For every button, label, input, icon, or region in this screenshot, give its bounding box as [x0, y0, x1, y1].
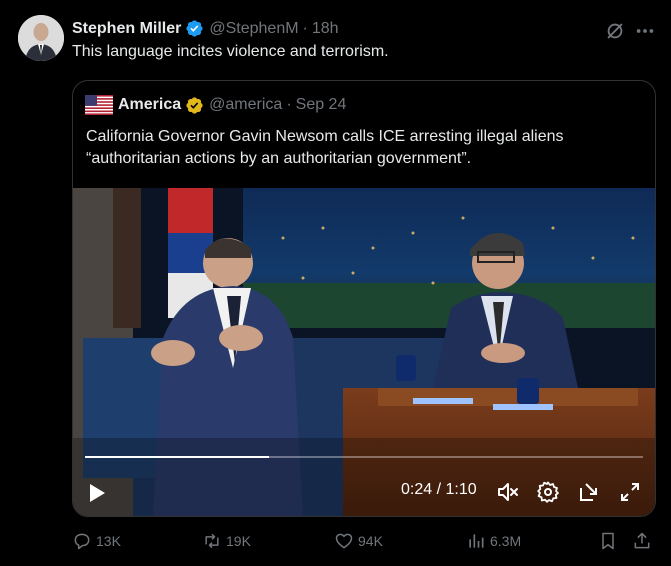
- bookmark-icon: [602, 532, 614, 550]
- tweet-header: Stephen Miller @StephenM · 18h: [72, 19, 339, 38]
- separator-dot: ·: [302, 19, 308, 37]
- views-count: 6.3M: [490, 533, 522, 549]
- repost-button[interactable]: 19K: [202, 531, 251, 551]
- more-icon[interactable]: [634, 22, 656, 40]
- reply-count: 13K: [96, 533, 121, 549]
- flag-icon: [85, 95, 113, 115]
- views-icon: [469, 534, 484, 548]
- settings-gear-icon[interactable]: [536, 480, 560, 504]
- pip-icon[interactable]: [577, 480, 601, 504]
- views-button[interactable]: 6.3M: [466, 531, 521, 551]
- quote-author-name[interactable]: America: [118, 96, 181, 114]
- repost-icon: [205, 533, 219, 549]
- gold-badge-icon: [186, 96, 203, 114]
- author-handle[interactable]: @StephenM: [209, 20, 298, 38]
- quote-header: America @america · Sep 24: [85, 93, 346, 117]
- grok-icon[interactable]: [604, 20, 626, 42]
- quote-author-handle[interactable]: @america: [209, 96, 282, 114]
- play-icon[interactable]: [87, 482, 107, 504]
- repost-count: 19K: [226, 533, 251, 549]
- reply-icon: [74, 533, 90, 550]
- video-player[interactable]: 0:24 / 1:10: [73, 188, 655, 516]
- author-name[interactable]: Stephen Miller: [72, 20, 181, 38]
- quote-date[interactable]: Sep 24: [296, 96, 347, 114]
- reply-button[interactable]: 13K: [72, 531, 121, 551]
- author-avatar[interactable]: [18, 15, 64, 61]
- quote-text: California Governor Gavin Newsom calls I…: [86, 128, 564, 167]
- progress-bar[interactable]: [85, 456, 643, 458]
- share-button[interactable]: [632, 531, 656, 551]
- video-frame: [73, 188, 655, 516]
- like-icon: [335, 533, 353, 549]
- video-timecode: 0:24 / 1:10: [401, 481, 477, 498]
- tweet-timestamp[interactable]: 18h: [312, 20, 339, 38]
- tweet-text: This language incites violence and terro…: [72, 43, 389, 60]
- fullscreen-icon[interactable]: [618, 480, 642, 504]
- action-bar: 13K 19K 94K 6.3M: [72, 531, 656, 555]
- like-count: 94K: [358, 533, 383, 549]
- verified-badge-icon: [186, 20, 203, 37]
- bookmark-button[interactable]: [598, 531, 622, 551]
- progress-fill: [85, 456, 270, 458]
- like-button[interactable]: 94K: [334, 531, 383, 551]
- mute-icon[interactable]: [496, 480, 520, 504]
- share-icon: [634, 532, 650, 549]
- quote-separator-dot: ·: [286, 96, 292, 113]
- quoted-tweet[interactable]: America @america · Sep 24 California Gov…: [72, 80, 656, 517]
